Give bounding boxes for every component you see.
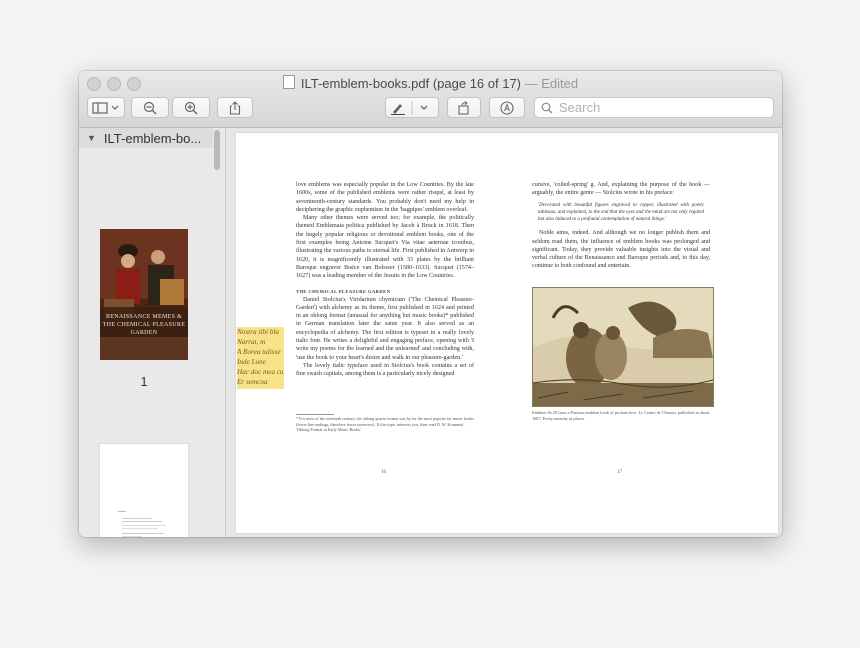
thumbnail-page-number: 1 xyxy=(140,374,148,389)
disclosure-triangle-icon[interactable]: ▼ xyxy=(87,133,96,143)
document-view[interactable]: Nostra tibi bla Narrat, m A Borea tuliss… xyxy=(226,128,782,537)
zoom-in-button[interactable] xyxy=(172,97,210,118)
sidebar-document-name: ILT-emblem-bo... xyxy=(103,130,202,146)
section-heading: THE CHEMICAL PLEASURE GARDEN xyxy=(296,288,391,294)
search-input[interactable] xyxy=(557,99,761,116)
window-title: ILT-emblem-books.pdf (page 16 of 17) — E… xyxy=(79,75,782,91)
zoom-out-icon xyxy=(143,101,157,114)
rotate-button[interactable] xyxy=(447,97,481,118)
share-icon xyxy=(229,100,241,115)
page-number-right: 17 xyxy=(617,470,622,475)
search-field[interactable] xyxy=(534,97,774,118)
footnote-rule xyxy=(296,414,334,415)
book-cover-painting xyxy=(100,229,188,360)
rotate-icon xyxy=(458,100,469,115)
zoom-in-icon xyxy=(184,101,198,114)
margin-note-image[interactable]: Nostra tibi bla Narrat, m A Borea tuliss… xyxy=(237,327,284,389)
page-thumbnail-2[interactable] xyxy=(100,444,188,537)
note-line: Er semcoa xyxy=(237,378,268,386)
note-line: Narrat, m xyxy=(237,338,266,346)
cover-title: RENAISSANCE MEMES & THE CHEMICAL PLEASUR… xyxy=(102,314,186,336)
paragraph: Many other themes were served too; for e… xyxy=(296,215,474,280)
block-quote: 'Decorated with beautiful figures engrav… xyxy=(538,202,704,222)
paragraph: cursive, 'coiled-spring' g. And, explain… xyxy=(532,182,710,197)
search-icon xyxy=(541,102,553,113)
figure-caption: Emblem № 20 from a Parisian emblem book … xyxy=(532,410,710,421)
sidebar-toggle-button[interactable] xyxy=(87,97,125,118)
thumbnail-text-lines xyxy=(118,511,166,537)
note-line: Inde Lone xyxy=(237,358,266,366)
page-number-left: 16 xyxy=(381,470,386,475)
zoom-out-button[interactable] xyxy=(131,97,169,118)
markup-button[interactable] xyxy=(385,97,439,118)
right-page-text: cursive, 'coiled-spring' g. And, explain… xyxy=(532,181,710,271)
paragraph: The lovely italic typeface used in Stolc… xyxy=(296,362,474,378)
thumbnail-sidebar: ▼ ILT-emblem-bo... RENAISSANCE MEMES & T… xyxy=(79,128,226,537)
note-line: Hac doc mea cura xyxy=(237,368,284,376)
pdf-document-icon xyxy=(282,75,295,89)
window-title-text: ILT-emblem-books.pdf (page 16 of 17) xyxy=(300,76,522,91)
note-line: A Borea tulisse xyxy=(237,348,281,356)
paragraph: Daniel Stolcius's Viridarium chymicum ('… xyxy=(296,296,474,361)
edited-indicator: — Edited xyxy=(524,76,579,91)
paragraph: Noble aims, indeed. And although we no l… xyxy=(532,230,710,270)
annotate-button[interactable] xyxy=(489,97,525,118)
chevron-down-icon xyxy=(420,105,428,110)
sidebar-header[interactable]: ▼ ILT-emblem-bo... xyxy=(79,128,213,148)
page-thumbnail-1[interactable]: RENAISSANCE MEMES & THE CHEMICAL PLEASUR… xyxy=(100,229,188,360)
emblem-engraving[interactable] xyxy=(532,287,714,407)
annotate-icon xyxy=(500,100,514,115)
footnote: * For most of the sixteenth century, the… xyxy=(296,416,474,433)
note-line: Nostra tibi bla xyxy=(237,328,279,336)
left-page-text: love emblems was especially popular in t… xyxy=(296,181,474,379)
preview-window: ILT-emblem-books.pdf (page 16 of 17) — E… xyxy=(79,71,782,537)
markup-group-icon xyxy=(391,100,428,115)
sidebar-toggle-icon xyxy=(92,101,119,114)
markup-pen-icon xyxy=(391,103,405,115)
engraving-illustration xyxy=(532,288,714,406)
paragraph: love emblems was especially popular in t… xyxy=(296,182,474,213)
sidebar-scrollbar[interactable] xyxy=(214,130,220,170)
title-bar: ILT-emblem-books.pdf (page 16 of 17) — E… xyxy=(79,71,782,128)
share-button[interactable] xyxy=(217,97,253,118)
page-spread: Nostra tibi bla Narrat, m A Borea tuliss… xyxy=(236,133,778,533)
